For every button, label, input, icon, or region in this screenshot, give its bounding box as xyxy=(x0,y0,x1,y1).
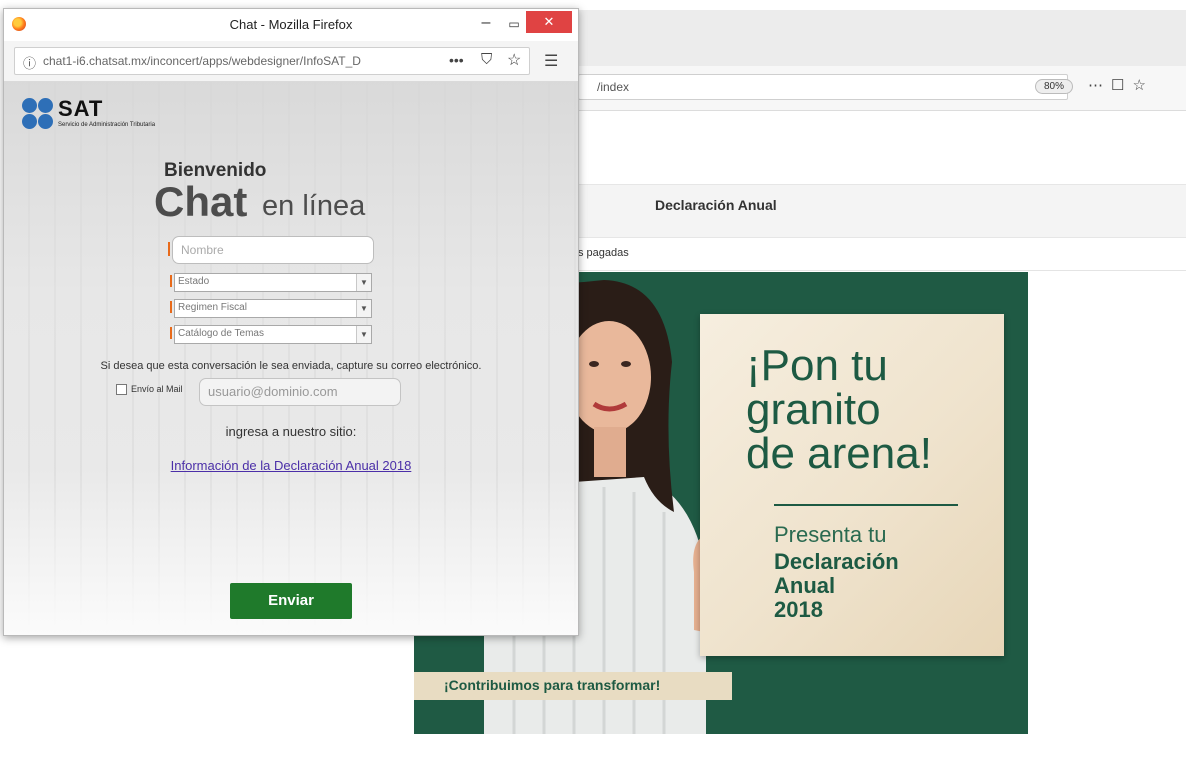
poster-declaracion: Declaración Anual 2018 xyxy=(774,549,899,622)
regimen-select-value: Regimen Fiscal xyxy=(178,302,247,313)
bookmark-star-icon[interactable]: ☆ xyxy=(507,50,521,70)
background-url-toolbar: /index 80% ⋯☐☆ xyxy=(560,66,1186,111)
catalogo-select-value: Catálogo de Temas xyxy=(178,328,264,339)
divider xyxy=(560,270,1186,271)
required-marker xyxy=(170,301,172,313)
popup-url-text: chat1-i6.chatsat.mx/inconcert/apps/webde… xyxy=(43,54,361,68)
chat-popup-window: Chat - Mozilla Firefox – ▭ ✕ ⓘ chat1-i6.… xyxy=(3,8,579,636)
email-field[interactable]: usuario@dominio.com xyxy=(199,378,401,406)
required-marker xyxy=(170,275,172,287)
background-url-text: /index xyxy=(597,80,630,94)
minimize-icon[interactable]: – xyxy=(476,15,496,35)
email-instructions: Si desea que esta conversación le sea en… xyxy=(100,360,482,372)
sat-logo-subtitle: Servicio de Administración Tributaria xyxy=(58,122,156,128)
poster-card: ¡Pon tu granito de arena! Presenta tu De… xyxy=(700,314,1004,656)
sat-logo-dots-icon xyxy=(22,98,54,130)
poster-presenta: Presenta tu xyxy=(774,522,887,547)
visit-site-text: ingresa a nuestro sitio: xyxy=(225,424,357,439)
page-actions-icon[interactable]: ⋯ xyxy=(1088,77,1111,94)
window-titlebar[interactable]: Chat - Mozilla Firefox – ▭ ✕ xyxy=(4,9,578,41)
name-input[interactable]: Nombre xyxy=(172,236,374,264)
nav-title-declaracion-anual[interactable]: Declaración Anual xyxy=(655,197,777,213)
pocket-icon[interactable]: ☐ xyxy=(1111,77,1132,94)
maximize-icon[interactable]: ▭ xyxy=(504,15,524,35)
bookmark-star-icon[interactable]: ☆ xyxy=(1132,77,1153,94)
regimen-fiscal-select[interactable]: Regimen Fiscal ▼ xyxy=(174,299,372,318)
chat-form-body: SAT Servicio de Administración Tributari… xyxy=(4,82,578,635)
sat-logo-word: SAT xyxy=(58,96,104,121)
catalogo-temas-select[interactable]: Catálogo de Temas ▼ xyxy=(174,325,372,344)
hamburger-menu-icon[interactable]: ☰ xyxy=(544,51,558,71)
poster-headline: ¡Pon tu granito de arena! xyxy=(746,341,932,478)
required-marker xyxy=(168,242,170,256)
background-address-bar[interactable]: /index 80% xyxy=(578,74,1074,100)
send-mail-checkbox[interactable] xyxy=(116,384,127,395)
info-icon[interactable]: ⓘ xyxy=(23,53,36,72)
chevron-down-icon[interactable]: ▼ xyxy=(356,326,371,343)
zoom-level-badge[interactable]: 80% xyxy=(1035,79,1074,94)
breadcrumb-fragment: s pagadas xyxy=(578,247,629,259)
poster-divider xyxy=(774,504,958,506)
estado-select-value: Estado xyxy=(178,276,210,287)
declaracion-info-link[interactable]: Información de la Declaración Anual 2018 xyxy=(4,458,578,473)
tagline-text: ¡Contribuimos para transformar! xyxy=(444,677,661,693)
chat-heading: Chat xyxy=(154,178,248,225)
site-nav-band: Declaración Anual xyxy=(560,184,1186,238)
chevron-down-icon[interactable]: ▼ xyxy=(356,274,371,291)
submit-button[interactable]: Enviar xyxy=(230,583,352,619)
chevron-down-icon[interactable]: ▼ xyxy=(356,300,371,317)
popup-address-bar[interactable]: ⓘ chat1-i6.chatsat.mx/inconcert/apps/web… xyxy=(14,47,530,75)
popup-url-toolbar: ⓘ chat1-i6.chatsat.mx/inconcert/apps/web… xyxy=(4,41,578,82)
required-marker xyxy=(170,327,172,339)
close-icon[interactable]: ✕ xyxy=(526,11,572,33)
online-subheading: en línea xyxy=(262,190,366,222)
banner-tagline: ¡Contribuimos para transformar! xyxy=(414,672,732,700)
estado-select[interactable]: Estado ▼ xyxy=(174,273,372,292)
page-actions-icon[interactable]: ••• xyxy=(449,52,464,68)
background-toolbar-icons: ⋯☐☆ xyxy=(1088,76,1154,94)
pocket-icon[interactable]: ⛉ xyxy=(481,51,492,68)
background-tab-bar xyxy=(560,10,1186,66)
send-mail-label: Envío al Mail xyxy=(131,384,183,394)
sat-logo: SAT Servicio de Administración Tributari… xyxy=(22,96,202,132)
